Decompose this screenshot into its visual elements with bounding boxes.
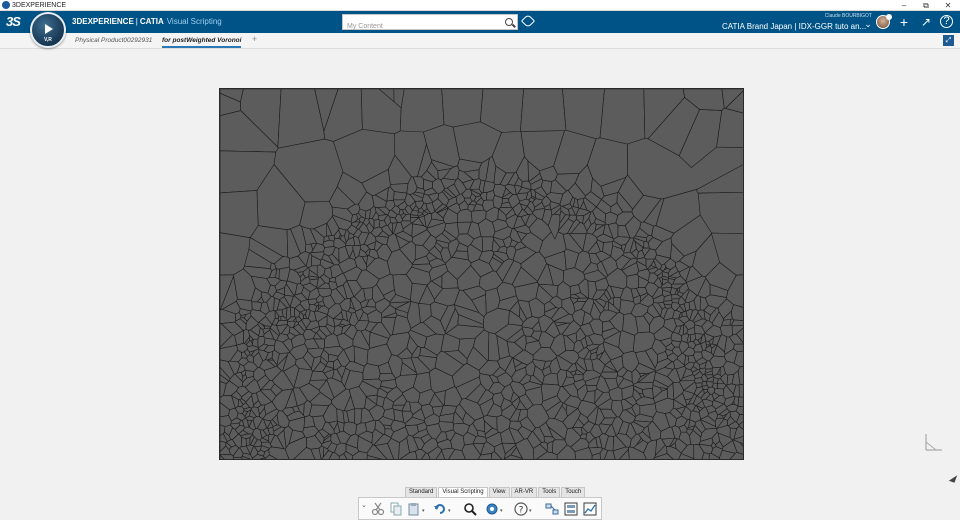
tag-icon[interactable] <box>520 13 536 29</box>
search-input[interactable] <box>343 19 493 34</box>
os-window-title: 3DEXPERIENCE <box>12 2 67 9</box>
voronoi-cell <box>220 190 259 239</box>
scripting-node-icon[interactable] <box>545 502 559 516</box>
voronoi-cell <box>626 273 640 290</box>
voronoi-cell <box>733 396 740 407</box>
search-icon[interactable] <box>505 18 513 26</box>
3dexperience-app-icon <box>2 1 10 9</box>
help-tool-icon[interactable]: ? <box>514 502 528 516</box>
add-icon[interactable]: + <box>896 14 912 30</box>
axis-triad-icon[interactable] <box>922 430 944 454</box>
action-tab-tools[interactable]: Tools <box>538 487 561 497</box>
chevron-down-icon[interactable]: ⌄ <box>860 16 876 32</box>
avatar[interactable] <box>876 14 892 29</box>
minimize-button[interactable]: – <box>893 0 915 11</box>
paste-icon[interactable] <box>407 502 421 516</box>
undo-dropdown-icon[interactable]: ▾ <box>448 508 451 514</box>
tab-postweighted-voronoi[interactable]: for postWeighted Voronoi <box>162 35 242 48</box>
voronoi-cell <box>410 214 419 218</box>
brand-app: Visual Scripting <box>166 17 222 26</box>
voronoi-cell <box>399 89 445 133</box>
voronoi-cell <box>457 208 473 223</box>
voronoi-cell <box>586 385 598 392</box>
voronoi-cell <box>600 371 619 379</box>
voronoi-cell <box>362 363 381 381</box>
voronoi-cell <box>354 408 363 426</box>
compass-icon[interactable]: V,R <box>30 12 66 48</box>
ds-logo-icon[interactable]: 3S <box>6 14 21 29</box>
share-icon[interactable]: ↗ <box>918 14 934 30</box>
add-tab-button[interactable]: + <box>252 34 257 44</box>
chart-view-icon[interactable] <box>583 502 597 516</box>
voronoi-cell <box>441 89 484 128</box>
search-box[interactable] <box>342 14 518 34</box>
action-tab-touch[interactable]: Touch <box>561 487 586 497</box>
voronoi-cell <box>220 415 232 427</box>
voronoi-cell <box>481 236 494 252</box>
top-bar: 3S 3DEXPERIENCE|CATIAVisual Scripting Cl… <box>0 11 960 34</box>
paste-dropdown-icon[interactable]: ▾ <box>422 508 425 514</box>
voronoi-cell <box>240 437 247 448</box>
action-bar-tabs: Standard Visual Scripting View AR-VR Too… <box>405 487 586 497</box>
copy-icon[interactable] <box>389 502 403 516</box>
voronoi-cell <box>393 191 408 201</box>
3d-viewer-canvas[interactable] <box>219 88 744 460</box>
tab-physical-product[interactable]: Physical Product00292931 <box>75 35 152 48</box>
voronoi-cell <box>520 89 567 132</box>
voronoi-cell <box>731 319 743 327</box>
action-tab-standard[interactable]: Standard <box>405 487 438 497</box>
collaborative-space-selector[interactable]: CATIA Brand Japan | IDX-GGR tuto an... <box>722 22 872 31</box>
voronoi-cell <box>363 287 373 301</box>
svg-text:?: ? <box>519 506 524 516</box>
os-title-bar: 3DEXPERIENCE – ⧉ ✕ <box>0 0 960 11</box>
cursor-icon <box>948 473 958 483</box>
graph-panel-icon[interactable] <box>564 502 578 516</box>
help-dropdown-icon[interactable]: ▾ <box>529 508 532 514</box>
notification-badge <box>886 14 892 20</box>
voronoi-cell <box>373 219 381 229</box>
voronoi-cell <box>245 437 251 447</box>
play-icon <box>45 24 53 34</box>
voronoi-cell <box>671 298 680 304</box>
voronoi-cell <box>712 377 719 384</box>
refresh-dropdown-icon[interactable]: ▾ <box>500 508 503 514</box>
restore-button[interactable]: ⧉ <box>915 0 937 11</box>
zoom-icon[interactable] <box>463 502 477 516</box>
refresh-icon[interactable] <box>485 502 499 516</box>
action-tab-view[interactable]: View <box>488 487 510 497</box>
voronoi-cell <box>689 410 702 423</box>
brand-platform: 3DEXPERIENCE <box>72 17 134 26</box>
action-bar: ⌄ ▾ ▾ ▾ ? ▾ <box>358 497 602 520</box>
voronoi-cell <box>694 377 704 384</box>
compass-label: V,R <box>44 37 52 43</box>
help-icon[interactable]: ? <box>940 15 953 28</box>
cut-icon[interactable] <box>371 502 385 516</box>
close-button[interactable]: ✕ <box>937 0 959 11</box>
brand-title: 3DEXPERIENCE | CATIA Visual Scripting <box>72 17 222 26</box>
undo-icon[interactable] <box>433 502 447 516</box>
action-tab-visual-scripting[interactable]: Visual Scripting <box>438 487 488 497</box>
voronoi-cell <box>599 89 646 145</box>
brand-separator: | <box>135 17 138 26</box>
action-tab-ar-vr[interactable]: AR-VR <box>510 487 538 497</box>
fit-all-button[interactable]: ⤢ <box>943 35 954 46</box>
document-tab-row: Physical Product00292931 for postWeighte… <box>0 33 960 49</box>
action-bar-collapse-handle[interactable]: ⌄ <box>361 501 367 509</box>
voronoi-cell <box>738 383 743 398</box>
voronoi-mesh <box>220 89 743 459</box>
brand-product: CATIA <box>139 17 164 26</box>
